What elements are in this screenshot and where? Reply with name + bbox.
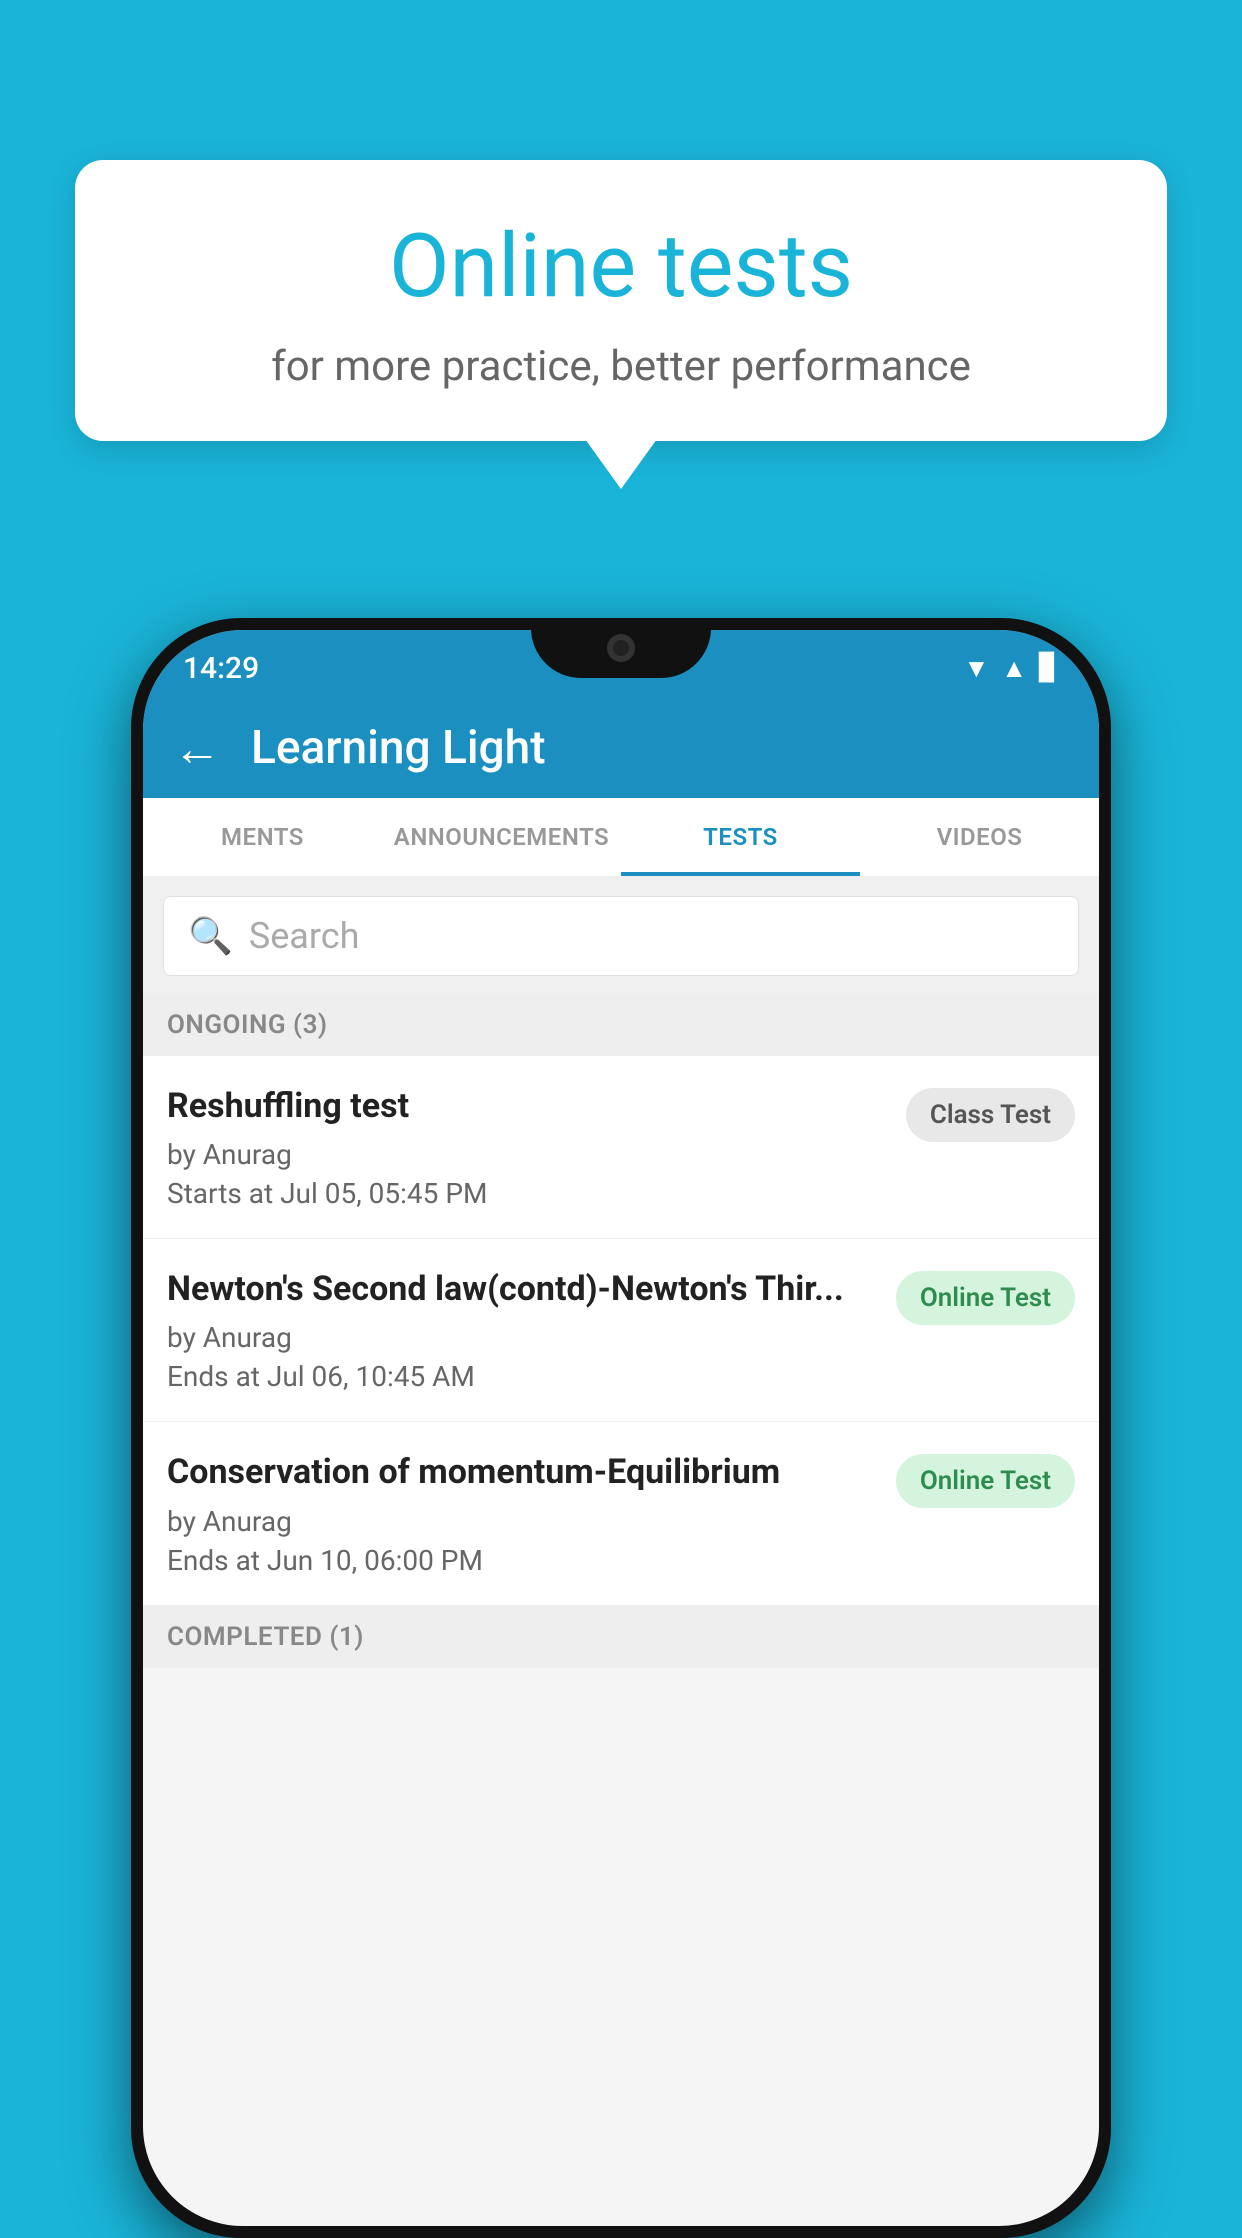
status-icons: ▼ ▲ ▊	[964, 653, 1059, 684]
search-container: 🔍 Search	[143, 878, 1099, 994]
phone-notch	[531, 618, 711, 678]
test-item-3[interactable]: Conservation of momentum-Equilibrium by …	[143, 1422, 1099, 1605]
signal-icon: ▲	[1001, 653, 1027, 684]
tab-tests[interactable]: TESTS	[621, 798, 860, 876]
test-time-3: Ends at Jun 10, 06:00 PM	[167, 1544, 880, 1577]
test-name-2: Newton's Second law(contd)-Newton's Thir…	[167, 1267, 880, 1311]
test-name-3: Conservation of momentum-Equilibrium	[167, 1450, 880, 1494]
phone-frame: 14:29 ▼ ▲ ▊ ← Learning Light MENTS ANNOU…	[131, 618, 1111, 2238]
test-author-3: by Anurag	[167, 1505, 880, 1538]
test-author-1: by Anurag	[167, 1138, 890, 1171]
ongoing-label: ONGOING (3)	[167, 1010, 328, 1040]
search-placeholder-text: Search	[249, 915, 360, 957]
bubble-title: Online tests	[135, 215, 1107, 318]
tab-bar: MENTS ANNOUNCEMENTS TESTS VIDEOS	[143, 798, 1099, 878]
test-info-1: Reshuffling test by Anurag Starts at Jul…	[167, 1084, 890, 1210]
test-author-2: by Anurag	[167, 1321, 880, 1354]
app-bar: ← Learning Light	[143, 698, 1099, 798]
back-button[interactable]: ←	[173, 720, 221, 777]
test-badge-2: Online Test	[896, 1271, 1075, 1325]
test-time-1: Starts at Jul 05, 05:45 PM	[167, 1177, 890, 1210]
battery-icon: ▊	[1039, 653, 1059, 683]
phone-screen: 14:29 ▼ ▲ ▊ ← Learning Light MENTS ANNOU…	[143, 630, 1099, 2226]
test-time-2: Ends at Jul 06, 10:45 AM	[167, 1360, 880, 1393]
test-info-2: Newton's Second law(contd)-Newton's Thir…	[167, 1267, 880, 1393]
test-info-3: Conservation of momentum-Equilibrium by …	[167, 1450, 880, 1576]
camera	[607, 634, 635, 662]
tab-announcements[interactable]: ANNOUNCEMENTS	[382, 798, 621, 876]
completed-label: COMPLETED (1)	[167, 1622, 364, 1652]
tab-ments[interactable]: MENTS	[143, 798, 382, 876]
search-icon: 🔍	[188, 915, 233, 957]
status-time: 14:29	[183, 651, 259, 686]
test-list: Reshuffling test by Anurag Starts at Jul…	[143, 1056, 1099, 1606]
test-item-2[interactable]: Newton's Second law(contd)-Newton's Thir…	[143, 1239, 1099, 1422]
wifi-icon: ▼	[964, 653, 990, 684]
completed-section-header: COMPLETED (1)	[143, 1606, 1099, 1668]
ongoing-section-header: ONGOING (3)	[143, 994, 1099, 1056]
search-bar[interactable]: 🔍 Search	[163, 896, 1079, 976]
promo-bubble: Online tests for more practice, better p…	[75, 160, 1167, 441]
test-badge-1: Class Test	[906, 1088, 1075, 1142]
test-item-1[interactable]: Reshuffling test by Anurag Starts at Jul…	[143, 1056, 1099, 1239]
test-name-1: Reshuffling test	[167, 1084, 890, 1128]
test-badge-3: Online Test	[896, 1454, 1075, 1508]
app-title: Learning Light	[251, 721, 546, 775]
bubble-subtitle: for more practice, better performance	[135, 342, 1107, 391]
tab-videos[interactable]: VIDEOS	[860, 798, 1099, 876]
